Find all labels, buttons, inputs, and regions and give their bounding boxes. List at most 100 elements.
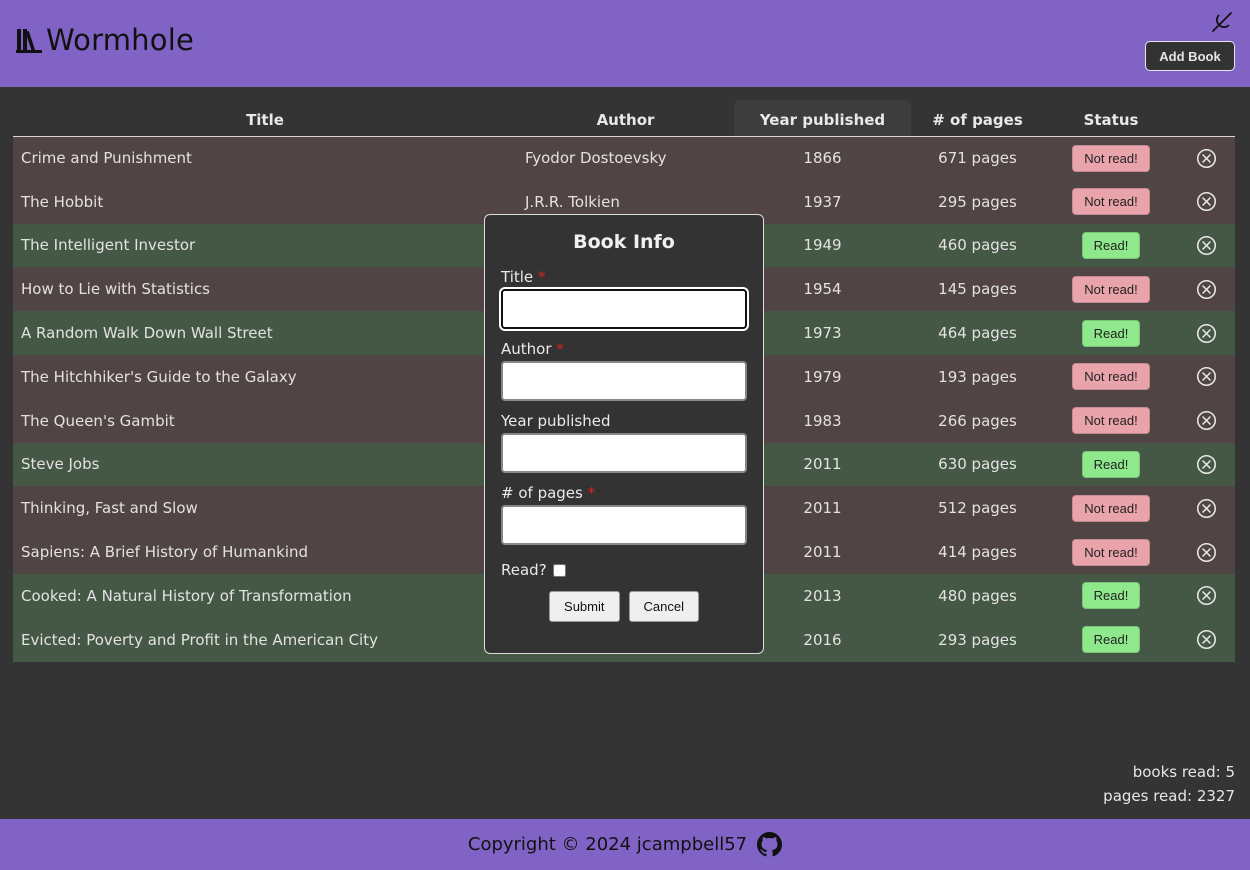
status-toggle-button[interactable]: Not read!	[1072, 538, 1150, 566]
status-cell: Not read!	[1044, 399, 1178, 443]
year-input[interactable]	[501, 433, 747, 473]
cancel-button[interactable]: Cancel	[628, 591, 699, 622]
book-title: Cooked: A Natural History of Transformat…	[21, 586, 352, 605]
remove-cell	[1178, 486, 1235, 530]
status-toggle-button[interactable]: Not read!	[1072, 494, 1150, 522]
pages-input[interactable]	[501, 505, 747, 545]
book-pages: 295 pages	[938, 192, 1017, 211]
status-toggle-button[interactable]: Read!	[1081, 319, 1141, 347]
book-title: Thinking, Fast and Slow	[21, 499, 198, 518]
pages-field-group: # of pages *	[501, 483, 747, 545]
close-circle-icon[interactable]	[1196, 410, 1217, 431]
close-circle-icon[interactable]	[1196, 279, 1217, 300]
status-cell: Not read!	[1044, 486, 1178, 530]
remove-cell	[1178, 224, 1235, 268]
book-year: 1866	[803, 149, 842, 168]
close-circle-icon[interactable]	[1196, 454, 1217, 475]
column-header-year[interactable]: Year published	[734, 100, 911, 137]
column-header-status[interactable]: Status	[1044, 100, 1178, 137]
column-header-title[interactable]: Title	[13, 100, 517, 137]
book-title: Crime and Punishment	[21, 149, 192, 168]
submit-button[interactable]: Submit	[549, 591, 620, 622]
brand: Wormhole	[16, 22, 194, 58]
status-cell: Read!	[1044, 443, 1178, 487]
book-pages: 464 pages	[938, 324, 1017, 343]
book-title: Steve Jobs	[21, 455, 100, 474]
table-header-row: Title Author Year published # of pages S…	[13, 100, 1235, 137]
close-circle-icon[interactable]	[1196, 323, 1217, 344]
book-title: The Intelligent Investor	[21, 236, 196, 255]
remove-cell	[1178, 267, 1235, 311]
status-cell: Not read!	[1044, 267, 1178, 311]
status-toggle-button[interactable]: Read!	[1081, 582, 1141, 610]
pages-read-stat: pages read: 2327	[1103, 787, 1235, 805]
status-toggle-button[interactable]: Not read!	[1072, 144, 1150, 172]
reading-stats: books read: 5 pages read: 2327	[1103, 760, 1235, 808]
close-circle-icon[interactable]	[1196, 498, 1217, 519]
author-input[interactable]	[501, 361, 747, 401]
remove-cell	[1178, 574, 1235, 618]
column-header-remove	[1178, 100, 1235, 137]
book-pages: 460 pages	[938, 236, 1017, 255]
modal-buttons: Submit Cancel	[501, 591, 747, 622]
close-circle-icon[interactable]	[1196, 148, 1217, 169]
status-toggle-button[interactable]: Not read!	[1072, 275, 1150, 303]
remove-cell	[1178, 618, 1235, 662]
status-toggle-button[interactable]: Read!	[1081, 231, 1141, 259]
required-mark: *	[587, 484, 596, 502]
remove-cell	[1178, 136, 1235, 180]
book-title: Sapiens: A Brief History of Humankind	[21, 543, 309, 562]
column-header-pages[interactable]: # of pages	[911, 100, 1044, 137]
close-circle-icon[interactable]	[1196, 366, 1217, 387]
book-pages: 630 pages	[938, 455, 1017, 474]
book-info-modal: Book Info Title * Author * Year publishe…	[484, 214, 764, 654]
modal-title: Book Info	[573, 231, 675, 253]
book-title: The Queen's Gambit	[21, 411, 175, 430]
status-toggle-button[interactable]: Read!	[1081, 626, 1141, 654]
status-cell: Read!	[1044, 618, 1178, 662]
author-label: Author *	[501, 339, 747, 359]
status-toggle-button[interactable]: Not read!	[1072, 363, 1150, 391]
theme-toggle-icon[interactable]	[1210, 10, 1234, 34]
book-title: The Hobbit	[21, 192, 104, 211]
title-label-text: Title	[501, 268, 534, 286]
status-cell: Not read!	[1044, 530, 1178, 574]
book-author: Fyodor Dostoevsky	[525, 149, 667, 168]
year-label: Year published	[501, 412, 611, 430]
close-circle-icon[interactable]	[1196, 585, 1217, 606]
header: Wormhole Add Book	[0, 0, 1250, 87]
book-pages: 414 pages	[938, 543, 1017, 562]
author-label-text: Author	[501, 340, 552, 358]
book-title: How to Lie with Statistics	[21, 280, 211, 299]
remove-cell	[1178, 180, 1235, 224]
remove-cell	[1178, 530, 1235, 574]
add-book-button[interactable]: Add Book	[1145, 41, 1235, 71]
status-cell: Read!	[1044, 311, 1178, 355]
read-label: Read?	[501, 561, 547, 579]
title-input[interactable]	[501, 289, 747, 329]
author-field-group: Author *	[501, 339, 747, 401]
book-pages: 512 pages	[938, 499, 1017, 518]
read-row: Read?	[501, 561, 747, 579]
close-circle-icon[interactable]	[1196, 191, 1217, 212]
book-pages: 480 pages	[938, 586, 1017, 605]
status-cell: Not read!	[1044, 180, 1178, 224]
status-toggle-button[interactable]: Read!	[1081, 450, 1141, 478]
books-read-stat: books read: 5	[1132, 763, 1235, 781]
book-title: Evicted: Poverty and Profit in the Ameri…	[21, 630, 378, 649]
column-header-author[interactable]: Author	[517, 100, 734, 137]
year-field-group: Year published	[501, 411, 747, 473]
read-checkbox[interactable]	[552, 563, 566, 577]
book-pages: 266 pages	[938, 411, 1017, 430]
pages-label: # of pages *	[501, 483, 747, 503]
close-circle-icon[interactable]	[1196, 629, 1217, 650]
required-mark: *	[556, 340, 564, 358]
copyright-text: Copyright © 2024 jcampbell57	[467, 834, 748, 855]
book-title: A Random Walk Down Wall Street	[21, 324, 273, 343]
title-label: Title *	[501, 267, 747, 287]
close-circle-icon[interactable]	[1196, 542, 1217, 563]
close-circle-icon[interactable]	[1196, 235, 1217, 256]
status-toggle-button[interactable]: Not read!	[1072, 407, 1150, 435]
status-toggle-button[interactable]: Not read!	[1072, 188, 1150, 216]
github-icon[interactable]	[757, 832, 783, 857]
